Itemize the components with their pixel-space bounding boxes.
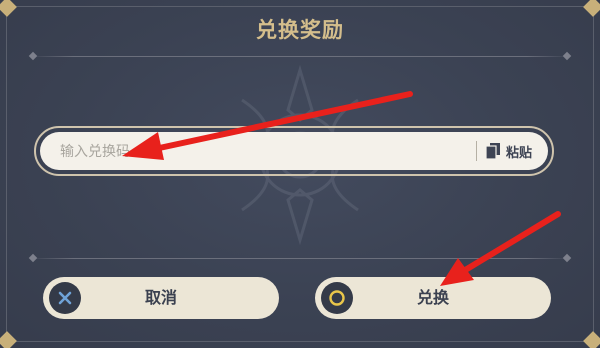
redeem-dialog: 兑换奖励 粘贴 xyxy=(0,0,600,348)
paste-separator xyxy=(476,141,477,161)
divider-diamond xyxy=(562,253,572,263)
bottom-divider xyxy=(28,253,572,263)
corner-ornament xyxy=(583,331,600,348)
corner-ornament xyxy=(0,331,17,348)
paste-button[interactable]: 粘贴 xyxy=(486,132,532,170)
redeem-code-input[interactable] xyxy=(58,132,462,172)
divider-diamond xyxy=(28,51,38,61)
redeem-button[interactable]: 兑换 xyxy=(315,277,551,319)
top-divider xyxy=(28,51,572,61)
code-input-container: 粘贴 xyxy=(40,132,548,172)
divider-diamond xyxy=(28,253,38,263)
arrow-to-redeem-button xyxy=(440,211,561,286)
paste-label: 粘贴 xyxy=(506,145,533,161)
cancel-button[interactable]: 取消 xyxy=(43,277,279,319)
paste-icon xyxy=(486,143,500,159)
redeem-label: 兑换 xyxy=(416,288,449,307)
divider-diamond xyxy=(562,51,572,61)
cancel-label: 取消 xyxy=(144,288,177,307)
dialog-title: 兑换奖励 xyxy=(256,18,344,42)
code-input-frame: 粘贴 xyxy=(34,126,554,176)
